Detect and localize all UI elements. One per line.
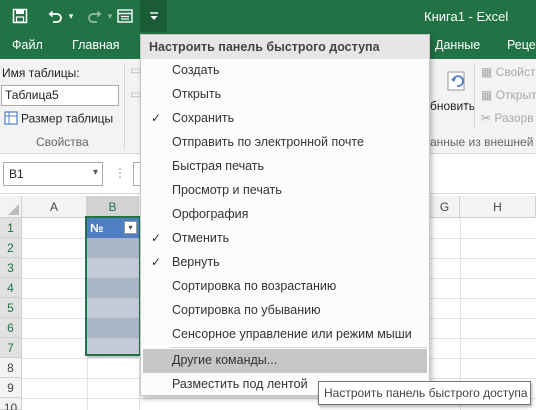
column-header-a[interactable]: A: [22, 196, 87, 218]
refresh-button[interactable]: бновить: [430, 99, 475, 113]
properties-label: Свойст: [495, 65, 536, 79]
title-bar: ▾ ▾ Книга1 - Excel: [0, 0, 536, 32]
properties-icon: ▦: [481, 65, 493, 79]
menu-item-label: Другие команды...: [172, 353, 278, 367]
refresh-dropdown-icon[interactable]: ▾: [464, 100, 468, 109]
form-icon[interactable]: [114, 4, 136, 28]
ribbon-separator: [474, 63, 475, 127]
column-header-b[interactable]: B: [87, 196, 139, 218]
select-all-corner[interactable]: [0, 196, 22, 218]
checkmark-icon: ✓: [151, 255, 162, 269]
redo-icon[interactable]: [84, 4, 106, 28]
redo-dropdown-icon[interactable]: ▾: [106, 4, 114, 28]
menu-item-print-preview[interactable]: Просмотр и печать: [141, 179, 429, 203]
checkmark-icon: ✓: [151, 231, 162, 245]
customize-qat-menu: Настроить панель быстрого доступа Создат…: [140, 34, 430, 396]
menu-item-label: Создать: [172, 63, 220, 77]
column-header-g[interactable]: G: [430, 196, 460, 218]
menu-item-new[interactable]: Создать: [141, 59, 429, 83]
menu-item-label: Сортировка по убыванию: [172, 303, 321, 317]
resize-table-button[interactable]: Размер таблицы: [4, 111, 113, 128]
window-title: Книга1 - Excel: [424, 9, 509, 24]
properties-group-label: Свойства: [36, 135, 89, 149]
menu-item-label: Сохранить: [172, 111, 235, 125]
resize-table-label: Размер таблицы: [21, 111, 114, 126]
menu-item-touch-mouse-mode[interactable]: Сенсорное управление или режим мыши: [141, 323, 429, 347]
row-header-5[interactable]: 5: [0, 298, 22, 318]
tooltip: Настроить панель быстрого доступа: [318, 381, 531, 405]
menu-item-open[interactable]: Открыть: [141, 83, 429, 107]
tab-file[interactable]: Файл: [12, 38, 43, 52]
menu-item-label: Орфография: [172, 207, 249, 221]
open-browser-icon: ▦: [481, 88, 493, 102]
row-header-10[interactable]: 10: [0, 398, 22, 410]
menu-item-label: Отменить: [172, 231, 230, 245]
row-header-4[interactable]: 4: [0, 278, 22, 298]
row-header-2[interactable]: 2: [0, 238, 22, 258]
table-name-input[interactable]: Таблица5: [1, 85, 119, 106]
menu-title: Настроить панель быстрого доступа: [141, 35, 429, 59]
menu-item-label: Вернуть: [172, 255, 220, 269]
resize-table-icon: [4, 111, 18, 128]
open-in-browser-label: Открыт: [495, 88, 536, 102]
menu-item-label: Сенсорное управление или режим мыши: [172, 327, 412, 341]
name-box-dropdown-icon[interactable]: ▾: [93, 167, 98, 178]
menu-item-label: Открыть: [172, 87, 222, 101]
tab-data[interactable]: Данные: [435, 38, 480, 52]
row-header-6[interactable]: 6: [0, 318, 22, 338]
selection-border: [85, 216, 141, 356]
row-header-3[interactable]: 3: [0, 258, 22, 278]
refresh-icon[interactable]: [445, 69, 469, 96]
menu-item-label: Быстрая печать: [172, 159, 265, 173]
open-in-browser-button[interactable]: ▦ Открыт: [481, 88, 536, 102]
undo-icon[interactable]: [44, 4, 66, 28]
row-header-9[interactable]: 9: [0, 378, 22, 398]
table-name-label: Имя таблицы:: [2, 66, 80, 80]
row-header-7[interactable]: 7: [0, 338, 22, 358]
menu-item-label: Просмотр и печать: [172, 183, 282, 197]
row-header-1[interactable]: 1: [0, 218, 22, 238]
formula-bar-grip-icon[interactable]: ⋮: [114, 166, 126, 180]
row-header-8[interactable]: 8: [0, 358, 22, 378]
checkmark-icon: ✓: [151, 111, 162, 125]
external-data-group-label: анные из внешней таб: [430, 135, 536, 149]
menu-item-sort-ascending[interactable]: Сортировка по возрастанию: [141, 275, 429, 299]
tab-review[interactable]: Рецен: [507, 38, 536, 52]
menu-item-save[interactable]: ✓ Сохранить: [141, 107, 429, 131]
name-box-value: B1: [9, 167, 24, 181]
save-icon[interactable]: [8, 4, 32, 28]
name-box[interactable]: B1 ▾: [3, 162, 103, 186]
tab-home[interactable]: Главная: [72, 38, 120, 52]
ribbon-separator: [124, 63, 125, 149]
menu-item-label: Сортировка по возрастанию: [172, 279, 337, 293]
menu-item-label: Отправить по электронной почте: [172, 135, 364, 149]
customize-qat-icon: [143, 4, 164, 28]
menu-item-quick-print[interactable]: Быстрая печать: [141, 155, 429, 179]
menu-item-email[interactable]: Отправить по электронной почте: [141, 131, 429, 155]
undo-dropdown-icon[interactable]: ▾: [66, 4, 76, 28]
customize-qat-button[interactable]: [140, 0, 167, 32]
properties-button[interactable]: ▦ Свойст: [481, 65, 535, 79]
unlink-label: Разорв: [494, 111, 534, 125]
menu-item-spelling[interactable]: Орфография: [141, 203, 429, 227]
menu-item-more-commands[interactable]: Другие команды...: [143, 349, 427, 373]
menu-separator: [171, 347, 427, 348]
unlink-icon: ✂: [481, 111, 492, 125]
unlink-button[interactable]: ✂ Разорв: [481, 111, 534, 125]
menu-item-undo[interactable]: ✓ Отменить: [141, 227, 429, 251]
menu-item-label: Разместить под лентой: [172, 377, 308, 391]
menu-item-redo[interactable]: ✓ Вернуть: [141, 251, 429, 275]
menu-item-sort-descending[interactable]: Сортировка по убыванию: [141, 299, 429, 323]
column-header-h[interactable]: H: [460, 196, 536, 218]
